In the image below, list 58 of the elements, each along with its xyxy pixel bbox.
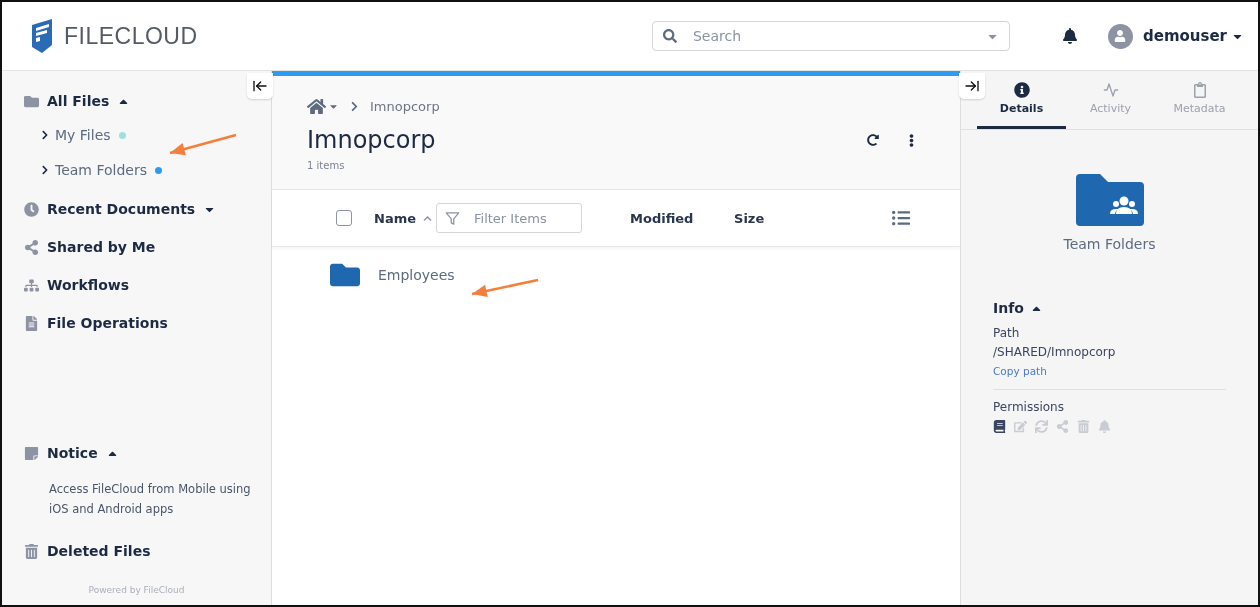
note-icon bbox=[24, 445, 39, 461]
search-field[interactable]: Search bbox=[690, 27, 972, 45]
avatar-icon[interactable] bbox=[1107, 23, 1133, 49]
filter-box[interactable]: Filter Items bbox=[436, 203, 582, 233]
list-view-icon[interactable] bbox=[892, 209, 910, 227]
chevron-right-icon[interactable] bbox=[40, 165, 50, 175]
document-icon bbox=[24, 315, 39, 331]
sidebar-item[interactable]: All Files bbox=[47, 93, 110, 109]
clipboard-icon bbox=[1191, 82, 1208, 98]
bell-icon[interactable] bbox=[1061, 28, 1078, 44]
collapse-right-icon bbox=[964, 78, 980, 94]
folder-icon bbox=[24, 93, 39, 109]
info-icon bbox=[1013, 82, 1030, 98]
item-count: 1 items bbox=[307, 160, 346, 171]
copy-path-link[interactable]: Copy path bbox=[993, 365, 1226, 377]
sort-up-icon[interactable] bbox=[423, 213, 432, 223]
column-header[interactable]: Modified bbox=[630, 210, 734, 226]
home-icon[interactable] bbox=[307, 96, 326, 116]
column-header[interactable]: Name bbox=[374, 210, 416, 226]
powered-by-text: Powered by FileCloud bbox=[88, 585, 185, 595]
chevron-right-icon[interactable] bbox=[40, 130, 50, 140]
notice-title[interactable]: Notice bbox=[47, 445, 98, 461]
collapse-left-icon bbox=[252, 78, 268, 94]
user-name[interactable]: demouser bbox=[1142, 27, 1227, 45]
search-bar[interactable]: Search bbox=[651, 21, 1010, 51]
path-label: Path bbox=[993, 326, 1021, 340]
pulse-icon bbox=[1102, 82, 1119, 98]
share-icon bbox=[24, 239, 39, 255]
hierarchy-icon bbox=[24, 277, 39, 293]
file-name[interactable]: Employees bbox=[378, 267, 455, 283]
select-all-checkbox[interactable] bbox=[336, 210, 352, 226]
filter-icon bbox=[445, 210, 460, 226]
selected-folder-name: Team Folders bbox=[1063, 236, 1156, 252]
logo-text: FILECLOUD bbox=[64, 22, 198, 50]
trash-icon bbox=[24, 543, 39, 559]
sidebar-item[interactable]: Workflows bbox=[47, 277, 130, 293]
sidebar-item[interactable]: File Operations bbox=[47, 315, 168, 331]
notice-text: Access FileCloud from Mobile using iOS and Android apps bbox=[49, 481, 252, 518]
search-icon bbox=[662, 29, 677, 43]
info-heading[interactable]: Info bbox=[993, 300, 1024, 316]
sidebar-item[interactable]: Deleted Files bbox=[47, 543, 151, 559]
collapse-sidebar-button[interactable] bbox=[247, 73, 273, 99]
chevron-right-icon bbox=[349, 100, 360, 112]
breadcrumb-item[interactable]: Imnopcorp bbox=[370, 98, 440, 114]
sidebar-item[interactable]: Shared by Me bbox=[47, 239, 156, 255]
sidebar-subitem[interactable]: Team Folders bbox=[55, 162, 147, 178]
sidebar-item[interactable]: Recent Documents bbox=[47, 201, 196, 217]
annotation-arrow bbox=[471, 278, 539, 298]
column-header[interactable]: Size bbox=[734, 210, 765, 226]
team-folder-icon bbox=[1075, 174, 1144, 226]
folder-title: Imnopcorp bbox=[307, 126, 436, 154]
collapse-panel-button[interactable] bbox=[959, 73, 985, 99]
permissions-label: Permissions bbox=[993, 400, 1065, 414]
sidebar-subitem[interactable]: My Files bbox=[55, 127, 111, 143]
clock-icon bbox=[24, 201, 39, 217]
annotation-arrow bbox=[169, 133, 237, 156]
panel-tab[interactable]: Details bbox=[977, 71, 1066, 129]
path-value: /SHARED/Imnopcorp bbox=[993, 345, 1117, 359]
